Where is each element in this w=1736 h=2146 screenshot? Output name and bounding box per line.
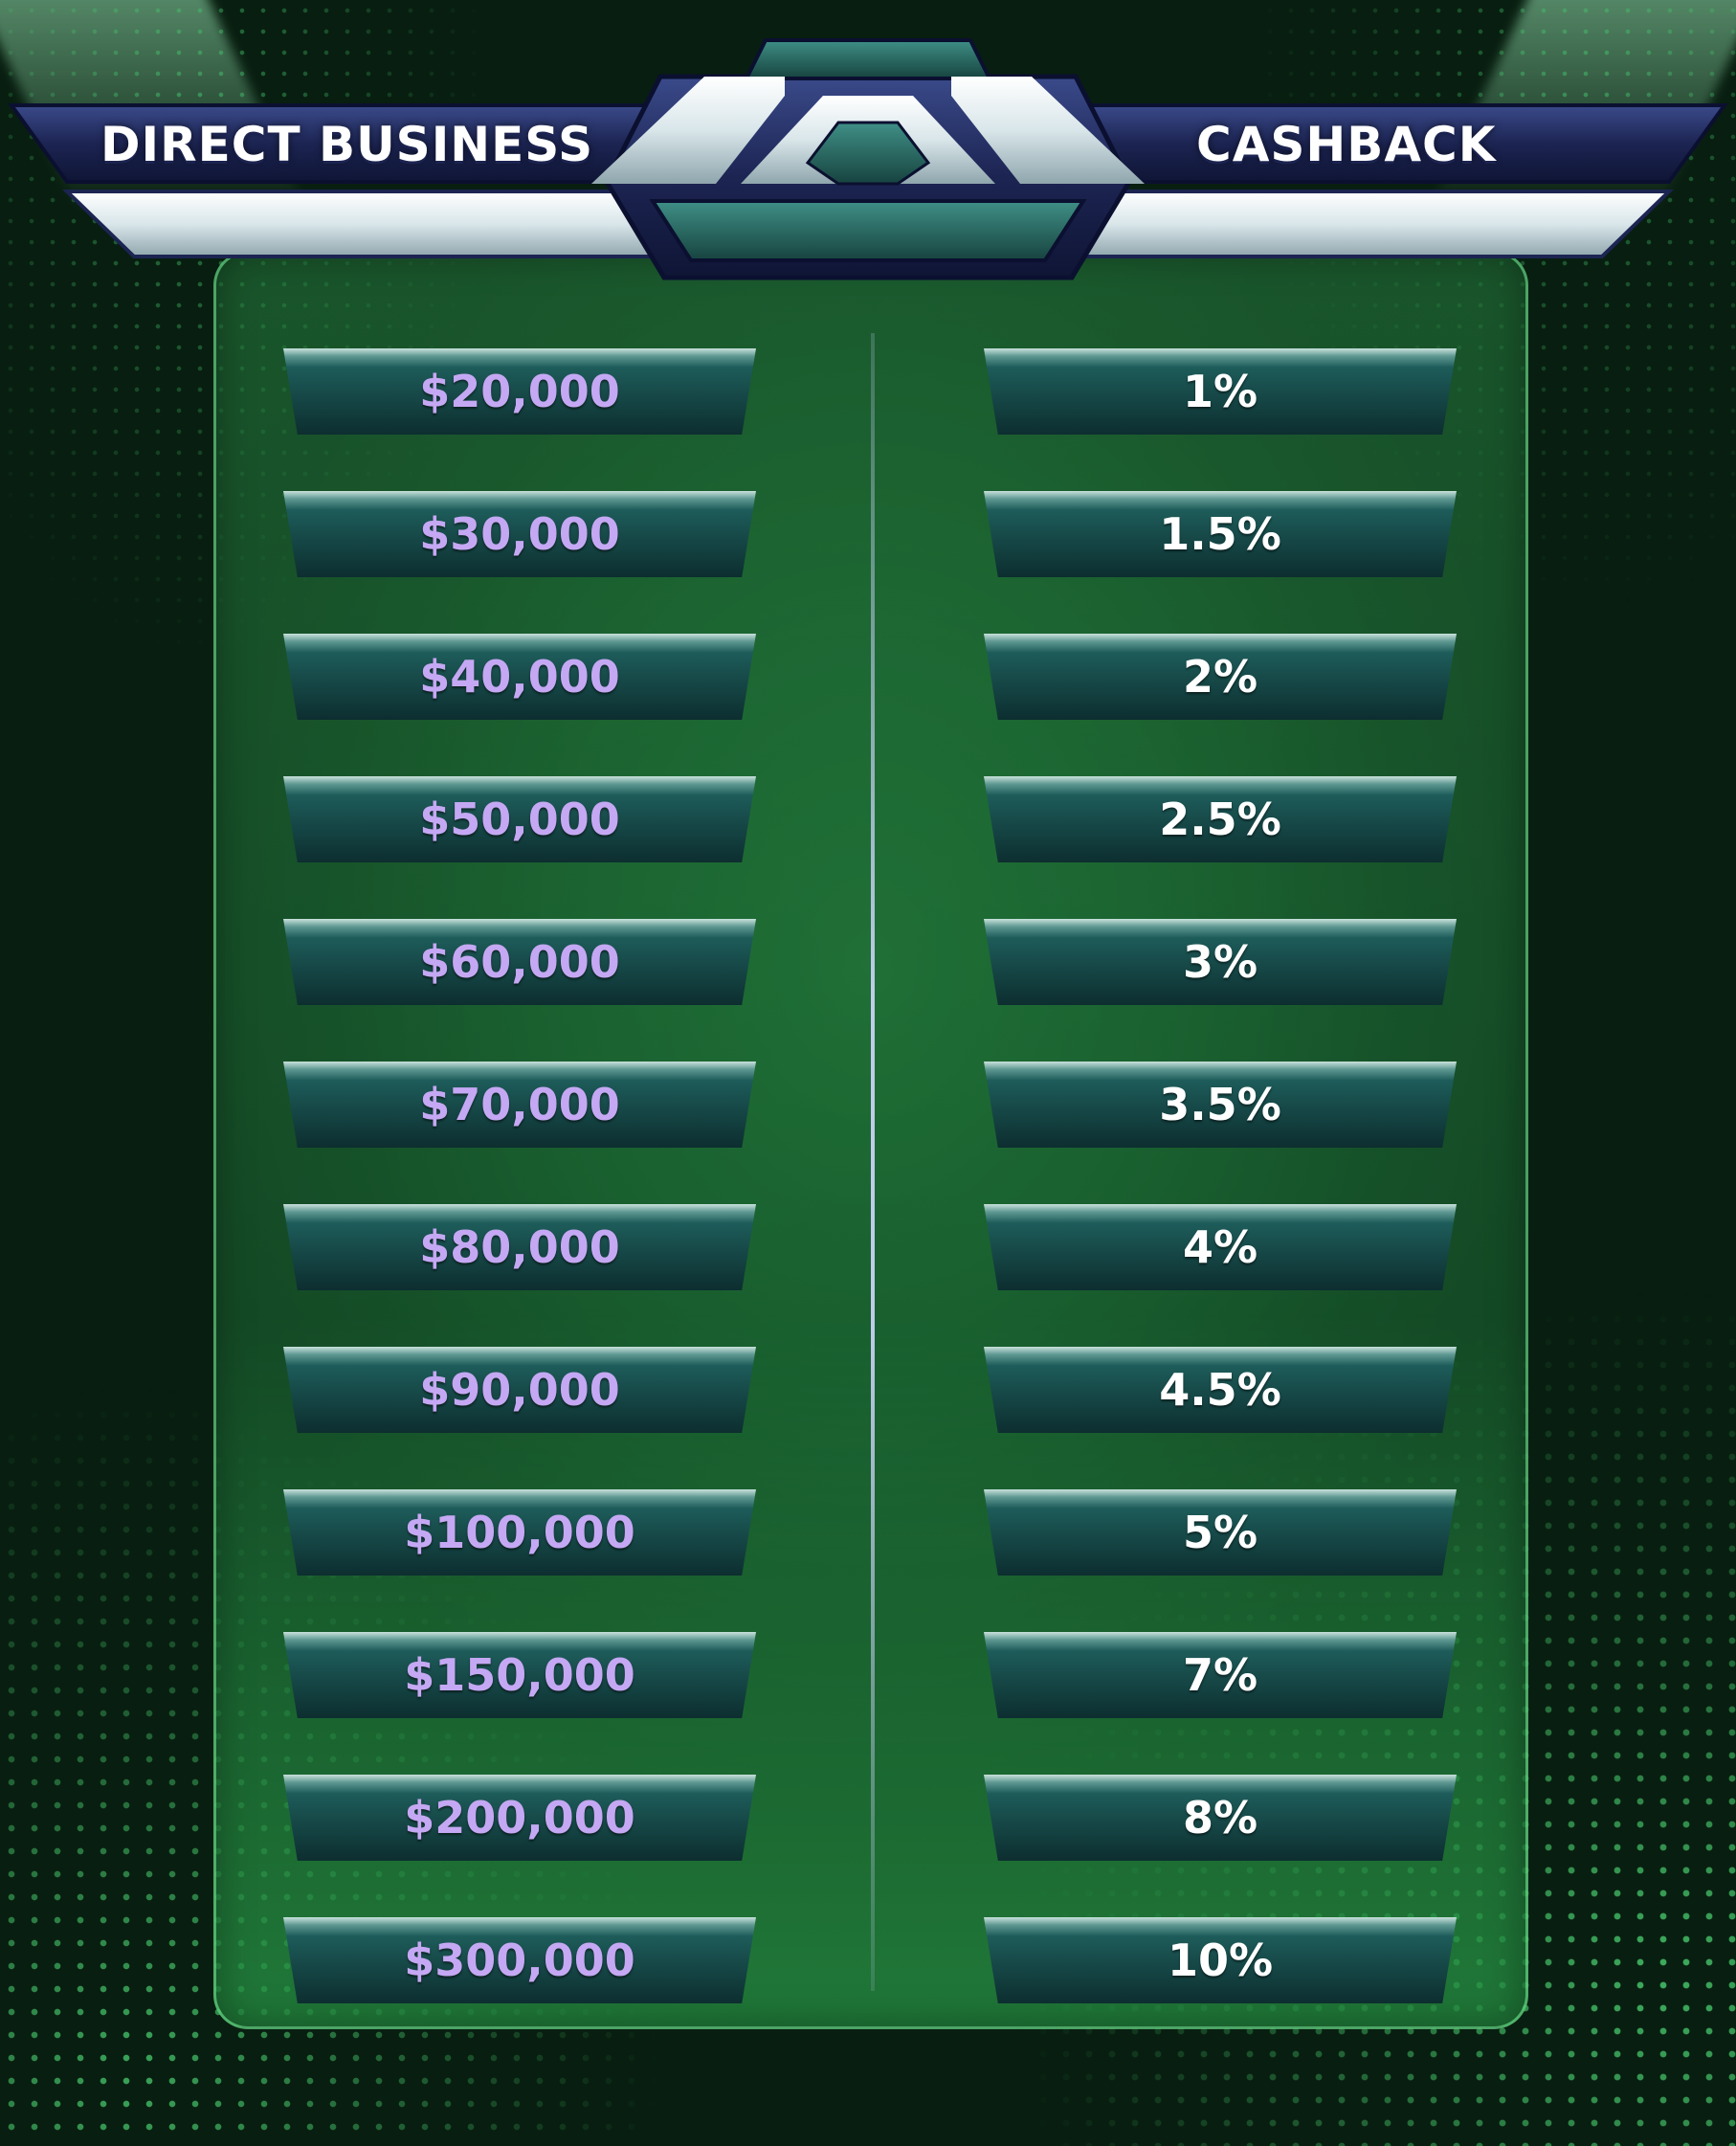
business-cell: $60,000 xyxy=(283,919,756,1005)
cashback-rate: 2.5% xyxy=(1159,794,1281,845)
business-cell: $50,000 xyxy=(283,776,756,862)
cashback-cell: 8% xyxy=(984,1775,1457,1861)
business-cell: $100,000 xyxy=(283,1489,756,1576)
business-cell: $20,000 xyxy=(283,348,756,435)
cashback-cell: 7% xyxy=(984,1632,1457,1718)
cashback-cell: 4.5% xyxy=(984,1347,1457,1433)
business-amount: $50,000 xyxy=(419,794,620,845)
header-title-direct-business: DIRECT BUSINESS xyxy=(100,117,594,172)
cashback-cell: 3.5% xyxy=(984,1062,1457,1148)
column-divider xyxy=(871,333,875,1991)
business-amount: $150,000 xyxy=(404,1649,635,1701)
business-amount: $90,000 xyxy=(419,1364,620,1416)
business-cell: $200,000 xyxy=(283,1775,756,1861)
business-amount: $30,000 xyxy=(419,508,620,560)
business-amount: $40,000 xyxy=(419,651,620,703)
business-cell: $70,000 xyxy=(283,1062,756,1148)
cashback-rate: 8% xyxy=(1182,1792,1258,1844)
business-amount: $100,000 xyxy=(404,1507,635,1558)
cashback-rate: 10% xyxy=(1167,1934,1274,1986)
business-amount: $300,000 xyxy=(404,1934,635,1986)
business-cell: $80,000 xyxy=(283,1204,756,1290)
header-title-cashback: CASHBACK xyxy=(1196,117,1497,172)
cashback-rate: 4.5% xyxy=(1159,1364,1281,1416)
business-amount: $70,000 xyxy=(419,1079,620,1130)
business-amount: $60,000 xyxy=(419,936,620,988)
cashback-rate: 3.5% xyxy=(1159,1079,1281,1130)
cashback-rate: 5% xyxy=(1182,1507,1258,1558)
cashback-cell: 1% xyxy=(984,348,1457,435)
cashback-cell: 10% xyxy=(984,1917,1457,2003)
cashback-rate: 1% xyxy=(1182,366,1258,417)
cashback-rate: 3% xyxy=(1182,936,1258,988)
cashback-cell: 3% xyxy=(984,919,1457,1005)
business-cell: $90,000 xyxy=(283,1347,756,1433)
cashback-cell: 1.5% xyxy=(984,491,1457,577)
cashback-cell: 2% xyxy=(984,634,1457,720)
business-amount: $200,000 xyxy=(404,1792,635,1844)
business-cell: $30,000 xyxy=(283,491,756,577)
cashback-cell: 4% xyxy=(984,1204,1457,1290)
header-banner: DIRECT BUSINESS CASHBACK xyxy=(0,38,1736,306)
cashback-rate: 4% xyxy=(1182,1221,1258,1273)
cashback-rate: 2% xyxy=(1182,651,1258,703)
business-cell: $300,000 xyxy=(283,1917,756,2003)
cashback-rate: 7% xyxy=(1182,1649,1258,1701)
header-emblem xyxy=(8,38,1728,280)
business-amount: $80,000 xyxy=(419,1221,620,1273)
cashback-cell: 2.5% xyxy=(984,776,1457,862)
business-amount: $20,000 xyxy=(419,366,620,417)
business-cell: $150,000 xyxy=(283,1632,756,1718)
cashback-cell: 5% xyxy=(984,1489,1457,1576)
business-cell: $40,000 xyxy=(283,634,756,720)
cashback-rate: 1.5% xyxy=(1159,508,1281,560)
